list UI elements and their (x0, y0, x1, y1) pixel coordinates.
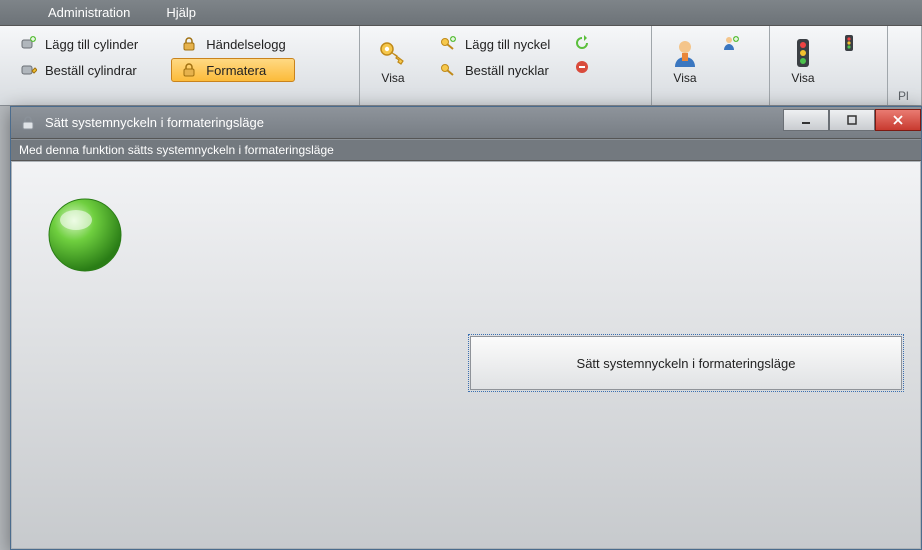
event-log-label: Händelselogg (206, 37, 286, 52)
dialog-subtitle: Med denna funktion sätts systemnyckeln i… (11, 139, 921, 161)
add-key-label: Lägg till nyckel (465, 37, 550, 52)
ribbon: Lägg till cylinder Beställ cylindrar Hän… (0, 26, 922, 106)
add-cylinder-label: Lägg till cylinder (45, 37, 138, 52)
cylinder-order-icon (19, 61, 37, 79)
key-refresh-icon[interactable] (573, 34, 591, 52)
format-systemkey-label: Sätt systemnyckeln i formateringsläge (577, 356, 796, 371)
key-delete-icon[interactable] (573, 58, 591, 76)
order-cylinders-button[interactable]: Beställ cylindrar (10, 58, 147, 82)
order-cylinders-label: Beställ cylindrar (45, 63, 137, 78)
order-keys-label: Beställ nycklar (465, 63, 549, 78)
show-keys-label: Visa (381, 71, 404, 85)
ribbon-group-cylinders: Lägg till cylinder Beställ cylindrar Hän… (0, 26, 360, 105)
close-button[interactable] (875, 109, 921, 131)
format-label: Formatera (206, 63, 266, 78)
ribbon-group-plan: Pl (888, 26, 922, 105)
dialog-titlebar[interactable]: Sätt systemnyckeln i formateringsläge (11, 107, 921, 139)
maximize-button[interactable] (829, 109, 875, 131)
status-orb-icon (46, 196, 124, 274)
ribbon-group-plan-label: Pl (898, 89, 911, 103)
dialog-body: Sätt systemnyckeln i formateringsläge (11, 161, 921, 549)
format-dialog: Sätt systemnyckeln i formateringsläge Me… (10, 106, 922, 550)
order-keys-button[interactable]: Beställ nycklar (430, 58, 559, 82)
format-systemkey-button[interactable]: Sätt systemnyckeln i formateringsläge (470, 336, 902, 390)
ribbon-group-users: Visa (652, 26, 770, 105)
key-add-icon (439, 35, 457, 53)
minimize-button[interactable] (783, 109, 829, 131)
add-cylinder-button[interactable]: Lägg till cylinder (10, 32, 147, 56)
show-keys-button[interactable]: Visa (370, 32, 416, 90)
ribbon-group-keys: Visa Lägg till nyckel Beställ nycklar (360, 26, 652, 105)
show-status-button[interactable]: Visa (780, 32, 826, 90)
dialog-title: Sätt systemnyckeln i formateringsläge (45, 115, 264, 130)
traffic-light-small-icon[interactable] (840, 34, 858, 52)
show-users-button[interactable]: Visa (662, 32, 708, 90)
event-log-button[interactable]: Händelselogg (171, 32, 295, 56)
dialog-window-controls (783, 107, 921, 138)
show-users-label: Visa (673, 71, 696, 85)
add-key-button[interactable]: Lägg till nyckel (430, 32, 559, 56)
show-status-label: Visa (791, 71, 814, 85)
ribbon-group-status: Visa (770, 26, 888, 105)
person-icon (669, 37, 701, 69)
key-order-icon (439, 61, 457, 79)
menubar: Administration Hjälp (0, 0, 922, 26)
menu-administration[interactable]: Administration (30, 1, 148, 24)
format-icon (180, 61, 198, 79)
traffic-light-icon (787, 37, 819, 69)
add-user-icon[interactable] (722, 34, 740, 52)
dialog-lock-icon (19, 114, 37, 132)
lock-icon (180, 35, 198, 53)
format-button[interactable]: Formatera (171, 58, 295, 82)
cylinder-add-icon (19, 35, 37, 53)
menu-help[interactable]: Hjälp (148, 1, 214, 24)
key-icon (377, 37, 409, 69)
